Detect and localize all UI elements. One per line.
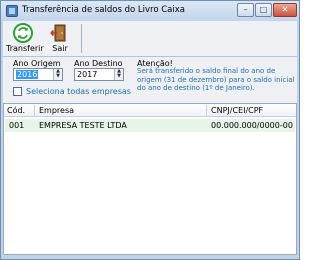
ano-origem-spinner[interactable]: 2016 ▲ ▼ [13, 68, 63, 81]
toolbar: Transferir Sair [3, 21, 297, 57]
ano-origem-spin-arrows[interactable]: ▲ ▼ [53, 69, 62, 80]
maximize-button[interactable]: □ [255, 3, 272, 17]
transfer-arrows-icon [13, 23, 33, 43]
toolbar-separator [81, 24, 82, 53]
minimize-button[interactable]: – [237, 3, 254, 17]
column-header-empresa[interactable]: Empresa [39, 106, 74, 115]
exit-door-icon [50, 23, 70, 43]
ano-origem-label: Ano Origem [13, 59, 61, 68]
column-header-cnpj[interactable]: CNPJ/CEI/CPF [211, 106, 263, 115]
filter-panel: Ano Origem 2016 ▲ ▼ Ano Destino 2017 ▲ ▼… [3, 57, 297, 103]
atencao-notice: Será transferido o saldo final do ano de… [137, 67, 295, 92]
ano-destino-spin-arrows[interactable]: ▲ ▼ [114, 69, 123, 80]
column-divider [34, 105, 35, 116]
app-icon [6, 5, 18, 17]
spin-down-icon[interactable]: ▼ [54, 74, 62, 79]
cell-cod: 001 [9, 121, 25, 130]
empresas-grid: Cód. Empresa CNPJ/CEI/CPF 001 EMPRESA TE… [3, 103, 297, 255]
sair-label: Sair [52, 44, 68, 53]
column-divider [206, 105, 207, 116]
transferir-button[interactable]: Transferir [6, 22, 44, 55]
transfer-window: Transferência de saldos do Livro Caixa –… [0, 0, 300, 260]
select-all-checkbox[interactable] [13, 87, 22, 96]
sair-button[interactable]: Sair [43, 22, 77, 55]
window-title: Transferência de saldos do Livro Caixa [22, 5, 185, 15]
close-button[interactable]: ✕ [273, 3, 297, 17]
title-bar[interactable]: Transferência de saldos do Livro Caixa –… [1, 1, 299, 21]
ano-destino-label: Ano Destino [74, 59, 123, 68]
ano-origem-value[interactable]: 2016 [16, 70, 39, 79]
cell-empresa: EMPRESA TESTE LTDA [39, 121, 127, 130]
grid-header: Cód. Empresa CNPJ/CEI/CPF [4, 104, 296, 117]
spin-down-icon[interactable]: ▼ [115, 74, 123, 79]
ano-destino-spinner[interactable]: 2017 ▲ ▼ [74, 68, 124, 81]
table-row[interactable]: 001 EMPRESA TESTE LTDA 00.000.000/0000-0… [5, 119, 295, 132]
select-all-label[interactable]: Seleciona todas empresas [26, 87, 131, 96]
ano-destino-value[interactable]: 2017 [77, 70, 97, 79]
cell-cnpj: 00.000.000/0000-00 [211, 121, 293, 130]
transferir-label: Transferir [6, 44, 44, 53]
column-header-cod[interactable]: Cód. [7, 106, 25, 115]
